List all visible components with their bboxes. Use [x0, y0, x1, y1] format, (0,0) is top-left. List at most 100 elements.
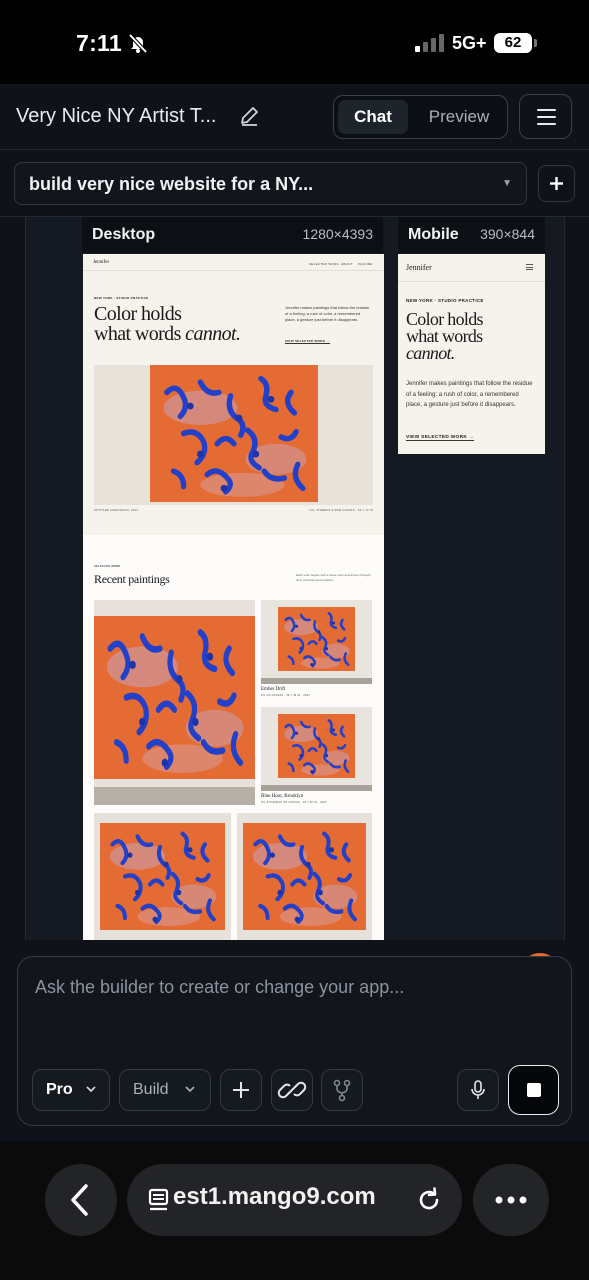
view-toggle: Chat Preview: [333, 95, 508, 139]
site-brand[interactable]: Jennifer: [406, 263, 432, 272]
more-button[interactable]: [473, 1164, 549, 1236]
chevron-left-icon: [71, 1184, 88, 1216]
desktop-size: 1280×4393: [302, 226, 373, 242]
hero-image-wall: [94, 365, 373, 505]
signal-icon: [415, 34, 444, 52]
pencil-icon[interactable]: [238, 105, 260, 127]
stop-button[interactable]: [508, 1065, 559, 1115]
preview-canvas[interactable]: Desktop 1280×4393 Jennifer SELECTED WORK…: [25, 217, 565, 940]
desktop-label: Desktop: [92, 226, 156, 243]
work-meta: OIL & PIGMENT ON CANVAS · 40 × 50 IN · 2…: [261, 801, 327, 804]
section-title: Recent paintings: [94, 572, 170, 586]
desktop-frame-header: Desktop 1280×4393: [82, 217, 383, 253]
hero-painting: [150, 365, 318, 502]
status-bar: 7:11 5G+ 62: [0, 0, 589, 84]
battery-icon: 62: [494, 33, 532, 53]
branch-button[interactable]: [321, 1069, 363, 1111]
nav-selected-work[interactable]: SELECTED WORK: [309, 262, 339, 266]
back-button[interactable]: [45, 1164, 117, 1236]
chevron-down-icon: [86, 1086, 96, 1093]
builder-app: Very Nice NY Artist T... Chat Preview bu…: [0, 84, 589, 1142]
model-select[interactable]: Pro: [32, 1069, 110, 1111]
floor: [261, 785, 372, 791]
mobile-menu-icon[interactable]: [526, 264, 533, 270]
headline-emphasis: cannot.: [406, 343, 455, 363]
works-section: SELECTED WORK Recent paintings Each work…: [83, 535, 384, 940]
address-bar[interactable]: est1.mango9.com: [127, 1164, 462, 1236]
nav-inquire[interactable]: INQUIRE: [358, 262, 373, 266]
painting-bottom-right: [243, 823, 366, 930]
conversation-bar: build very nice website for a NY... ▼: [0, 150, 589, 217]
desktop-preview[interactable]: Jennifer SELECTED WORK ABOUT INQUIRE NEW…: [83, 254, 384, 940]
microphone-icon: [471, 1080, 485, 1099]
site-brand[interactable]: Jennifer: [93, 260, 109, 265]
work-blue-hour[interactable]: [261, 707, 372, 791]
painting-bottom-left: [100, 823, 225, 930]
hero-intro: Jennifer makes paintings that follow the…: [406, 381, 533, 408]
new-conversation-button[interactable]: [538, 165, 575, 202]
mobile-preview[interactable]: Jennifer NEW YORK · STUDIO PRACTICE Colo…: [398, 254, 545, 454]
work-title[interactable]: Ember Drift: [261, 687, 285, 692]
hero-eyebrow: NEW YORK · STUDIO PRACTICE: [406, 298, 484, 303]
app-header: Very Nice NY Artist T... Chat Preview: [0, 84, 589, 150]
hero-intro: Jennifer makes paintings that follow the…: [285, 305, 370, 322]
mobile-frame-header: Mobile 390×844: [398, 217, 545, 253]
model-label: Pro: [46, 1081, 73, 1098]
painting-blue-hour: [278, 714, 355, 778]
browser-toolbar: est1.mango9.com: [0, 1142, 589, 1280]
network-type: 5G+: [452, 33, 487, 53]
hero-headline: Color holds what words cannot.: [94, 304, 241, 345]
bell-muted-icon: [128, 33, 148, 54]
link-button[interactable]: [271, 1069, 313, 1111]
hero-headline: Color holds what words cannot.: [406, 310, 484, 363]
nav-about[interactable]: ABOUT: [341, 262, 353, 266]
reader-icon: [148, 1188, 169, 1211]
painting-ember-drift: [278, 607, 355, 671]
work-meta: OIL ON CANVAS · 36 × 48 IN · 2024: [261, 694, 310, 697]
hero-cta[interactable]: VIEW SELECTED WORK →: [406, 435, 474, 441]
hero-cta[interactable]: VIEW SELECTED WORK →: [285, 339, 330, 344]
mobile-label: Mobile: [408, 226, 459, 243]
work-large[interactable]: [94, 600, 255, 805]
hamburger-icon: [537, 116, 556, 118]
work-bottom-left[interactable]: [94, 813, 231, 940]
attach-button[interactable]: [220, 1069, 262, 1111]
tab-chat[interactable]: Chat: [338, 100, 408, 134]
floor: [94, 787, 255, 805]
hero-caption-right: OIL, PIGMENT & RAW CANVAS · 60 × 72 IN: [309, 509, 373, 512]
prompt-input[interactable]: Ask the builder to create or change your…: [35, 977, 404, 998]
hero-caption-left: UNTITLED (CERULEAN), 2024: [94, 509, 138, 512]
conversation-select[interactable]: build very nice website for a NY... ▼: [14, 162, 527, 205]
section-eyebrow: SELECTED WORK: [94, 565, 121, 568]
nav-divider: [398, 281, 545, 282]
git-branch-icon: [333, 1079, 351, 1102]
headline-emphasis: cannot.: [185, 323, 241, 345]
work-title[interactable]: Blue Hour, Brooklyn: [261, 794, 303, 799]
composer: Ask the builder to create or change your…: [17, 956, 572, 1126]
conversation-title: build very nice website for a NY...: [29, 174, 314, 194]
reload-icon[interactable]: [414, 1185, 444, 1215]
menu-button[interactable]: [519, 94, 572, 139]
project-title[interactable]: Very Nice NY Artist T...: [16, 105, 216, 128]
plus-icon: [550, 177, 563, 190]
headline-line-3: cannot.: [406, 343, 483, 363]
battery-level: 62: [504, 34, 522, 51]
clock: 7:11: [76, 30, 122, 56]
work-ember-drift[interactable]: [261, 600, 372, 684]
headline-line-2: what words cannot.: [94, 323, 241, 345]
mobile-size: 390×844: [480, 226, 535, 242]
stop-icon: [527, 1083, 541, 1097]
tab-preview[interactable]: Preview: [414, 100, 504, 134]
mode-label: Build: [133, 1081, 169, 1098]
nav-divider: [83, 270, 384, 271]
hamburger-icon: [537, 123, 556, 125]
mode-select[interactable]: Build: [119, 1069, 211, 1111]
link-icon: [277, 1081, 307, 1099]
section-note: Each work begins with a loose color and …: [296, 573, 371, 582]
caret-down-icon: ▼: [502, 178, 512, 189]
hamburger-icon: [537, 109, 556, 111]
painting-large: [94, 616, 255, 779]
microphone-button[interactable]: [457, 1069, 499, 1111]
work-bottom-right[interactable]: [237, 813, 372, 940]
url-text: est1.mango9.com: [173, 1183, 376, 1210]
